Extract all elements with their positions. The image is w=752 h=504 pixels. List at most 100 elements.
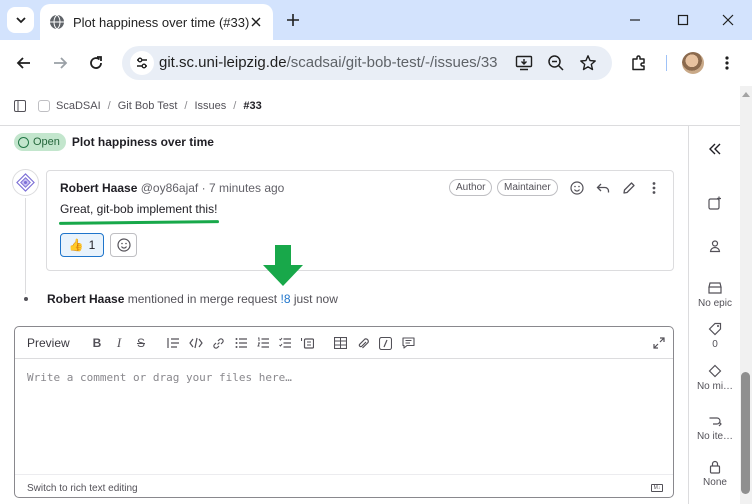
reload-button[interactable]	[83, 50, 109, 76]
slash-commands-button[interactable]	[377, 335, 393, 351]
sidebar-todo-button[interactable]	[689, 196, 741, 213]
numbered-list-button[interactable]	[255, 335, 271, 351]
issue-open-icon	[18, 136, 29, 148]
star-icon	[580, 55, 596, 71]
sidebar-confidentiality-value: None	[703, 477, 727, 488]
scrollbar-thumb[interactable]	[741, 372, 750, 494]
sidebar-milestone[interactable]: No mi…	[689, 364, 741, 392]
scroll-up-arrow-icon[interactable]	[742, 92, 750, 97]
back-button[interactable]	[11, 50, 37, 76]
milestone-icon	[708, 364, 722, 378]
comment-username[interactable]: @oy86ajaf	[141, 181, 199, 195]
browser-tab[interactable]: Plot happiness over time (#33)	[40, 4, 273, 40]
comment-input[interactable]: Write a comment or drag your files here…	[27, 371, 292, 384]
system-note-author[interactable]: Robert Haase	[47, 292, 124, 306]
sidebar-labels-count: 0	[712, 339, 718, 350]
smiley-icon	[570, 181, 584, 195]
breadcrumb-separator: /	[233, 99, 237, 112]
close-window-button[interactable]	[716, 8, 740, 32]
reply-button[interactable]	[594, 179, 612, 197]
new-tab-button[interactable]	[282, 9, 304, 31]
sidebar-confidentiality[interactable]: None	[689, 460, 741, 488]
link-button[interactable]	[210, 335, 226, 351]
sidebar-iteration[interactable]: No ite…	[689, 414, 741, 442]
globe-icon	[50, 14, 64, 30]
comment-author[interactable]: Robert Haase	[60, 181, 137, 195]
tab-search-button[interactable]	[7, 7, 34, 33]
numbered-list-icon	[256, 337, 269, 348]
todo-add-icon	[708, 196, 721, 210]
comment-templates-button[interactable]	[400, 335, 416, 351]
strikethrough-icon: S	[136, 336, 145, 350]
comment-card: Robert Haase @oy86ajaf · 7 minutes ago A…	[46, 170, 674, 271]
breadcrumb-current[interactable]: #33	[243, 100, 261, 112]
add-reaction-button[interactable]	[110, 233, 137, 257]
breadcrumb-project[interactable]: Git Bob Test	[118, 100, 178, 112]
more-actions-button[interactable]	[645, 179, 663, 197]
breadcrumb: ScaDSAI / Git Bob Test / Issues / #33	[0, 86, 740, 126]
comment-editor: Preview B I S Write a comment or drag yo…	[14, 326, 674, 498]
zoom-button[interactable]	[546, 53, 566, 73]
reply-icon	[596, 183, 610, 193]
code-button[interactable]	[188, 335, 204, 351]
pencil-icon	[623, 182, 635, 194]
breadcrumb-separator: /	[107, 99, 111, 112]
bookmark-button[interactable]	[578, 53, 598, 73]
strikethrough-button[interactable]: S	[133, 335, 149, 351]
tab-title: Plot happiness over time (#33)	[73, 14, 250, 30]
status-badge-label: Open	[33, 136, 60, 148]
switch-rich-text-button[interactable]: Switch to rich text editing	[27, 483, 138, 494]
sidebar-assignee[interactable]	[689, 239, 741, 256]
tab-close-button[interactable]	[247, 13, 265, 31]
browser-toolbar: git.sc.uni-leipzig.de/scadsai/git-bob-te…	[0, 40, 752, 86]
bullet-list-button[interactable]	[233, 335, 249, 351]
toolbar-divider	[666, 55, 667, 71]
install-app-button[interactable]	[514, 53, 534, 73]
breadcrumb-group[interactable]: ScaDSAI	[56, 100, 101, 112]
bullet-list-icon	[235, 338, 247, 348]
collapse-sidebar-button[interactable]	[689, 142, 741, 159]
comment-time[interactable]: · 7 minutes ago	[202, 181, 285, 195]
merge-request-link[interactable]: !8	[280, 292, 290, 306]
minimize-button[interactable]	[623, 8, 647, 32]
forward-button[interactable]	[47, 50, 73, 76]
minimize-icon	[630, 19, 640, 21]
site-info-button[interactable]	[130, 51, 154, 75]
sidebar-toggle-icon[interactable]	[14, 99, 26, 112]
thumbs-up-reaction[interactable]: 👍 1	[60, 233, 104, 257]
task-list-button[interactable]	[277, 335, 293, 351]
fullscreen-button[interactable]	[651, 335, 667, 351]
install-icon	[515, 55, 533, 71]
gitlab-page: ScaDSAI / Git Bob Test / Issues / #33 No…	[0, 86, 740, 504]
bold-button[interactable]: B	[89, 335, 105, 351]
epic-icon	[708, 282, 722, 294]
add-reaction-button[interactable]	[568, 179, 586, 197]
attach-file-button[interactable]	[355, 335, 371, 351]
group-avatar-icon	[38, 99, 50, 112]
url-host: git.sc.uni-leipzig.de	[159, 54, 287, 71]
sidebar-epic[interactable]: No epic	[689, 281, 741, 309]
preview-button[interactable]: Preview	[27, 336, 70, 350]
collapsible-button[interactable]	[299, 335, 315, 351]
sidebar-labels[interactable]: 0	[689, 322, 741, 350]
sidebar-epic-value: No epic	[698, 298, 732, 309]
sidebar-milestone-value: No mi…	[696, 381, 734, 392]
close-icon	[722, 14, 734, 26]
avatar[interactable]	[12, 169, 39, 196]
browser-menu-button[interactable]	[714, 50, 740, 76]
breadcrumb-issues[interactable]: Issues	[194, 100, 226, 112]
zoom-out-icon	[548, 55, 564, 71]
comment-body: Great, git-bob implement this!	[60, 202, 218, 216]
extensions-button[interactable]	[626, 50, 652, 76]
author-badge: Author	[449, 179, 493, 196]
down-arrow-icon	[263, 245, 303, 286]
address-bar[interactable]: git.sc.uni-leipzig.de/scadsai/git-bob-te…	[122, 46, 612, 80]
highlight-underline	[58, 220, 220, 225]
maximize-button[interactable]	[671, 8, 695, 32]
edit-comment-button[interactable]	[620, 179, 638, 197]
italic-button[interactable]: I	[111, 335, 127, 351]
profile-avatar[interactable]	[682, 52, 704, 74]
quote-button[interactable]	[165, 335, 181, 351]
code-icon	[189, 337, 203, 349]
table-button[interactable]	[332, 335, 348, 351]
